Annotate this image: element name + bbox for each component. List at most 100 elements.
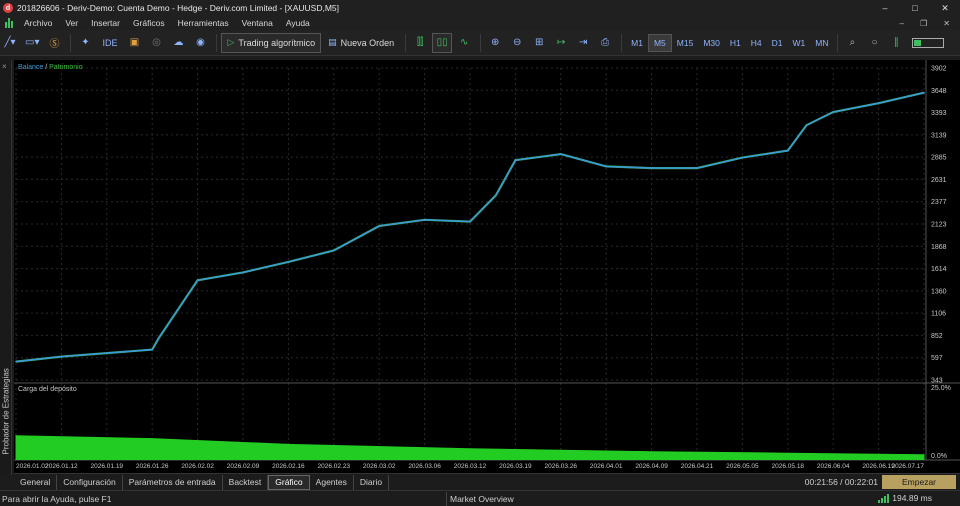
y-tick-label: 2885 bbox=[931, 155, 947, 162]
close-button[interactable]: ✕ bbox=[930, 0, 960, 16]
minimize-button[interactable]: – bbox=[870, 0, 900, 16]
y-tick-label: 3902 bbox=[931, 66, 947, 73]
x-tick-label: 2026.05.18 bbox=[772, 463, 805, 470]
ide-label: IDE bbox=[102, 37, 118, 48]
play-icon: ▷ bbox=[227, 37, 235, 47]
templates-icon[interactable]: ▭▾ bbox=[22, 33, 42, 53]
x-tick-label: 2026.02.09 bbox=[227, 463, 260, 470]
zoom-out-icon[interactable]: ⊖ bbox=[507, 33, 527, 53]
strategy-tester-side-panel: × Probador de Estrategias bbox=[0, 60, 12, 475]
balance-point bbox=[196, 279, 199, 282]
x-tick-label: 2026.03.26 bbox=[545, 463, 578, 470]
menu-bar: Archivo Ver Insertar Gráficos Herramient… bbox=[0, 16, 960, 30]
algo-trading-button[interactable]: ▷ Trading algorítmico bbox=[221, 32, 322, 53]
load-tick-label: 25.0% bbox=[931, 385, 951, 392]
dollar-icon[interactable]: Ⓢ bbox=[44, 33, 64, 53]
vps-cloud-icon[interactable]: ☁ bbox=[168, 33, 188, 53]
balance-point bbox=[60, 355, 63, 358]
menu-window[interactable]: Ventana bbox=[236, 18, 280, 28]
signal-strength-icon[interactable]: ∥ bbox=[886, 33, 906, 53]
maximize-button[interactable]: □ bbox=[900, 0, 930, 16]
menu-view[interactable]: Ver bbox=[59, 18, 85, 28]
menu-help[interactable]: Ayuda bbox=[280, 18, 317, 28]
balance-point bbox=[157, 337, 160, 339]
balance-point bbox=[877, 102, 880, 105]
close-panel-icon[interactable]: × bbox=[2, 62, 7, 71]
new-order-button[interactable]: ▤ Nueva Orden bbox=[323, 33, 399, 53]
strategy-tester-label: Probador de Estrategias bbox=[1, 368, 11, 455]
chart-type-icon[interactable]: ╱▾ bbox=[0, 33, 20, 53]
x-tick-label: 2026.01.12 bbox=[45, 463, 78, 470]
mdi-restore-button[interactable]: ❐ bbox=[920, 19, 927, 28]
deposit-load-bar bbox=[651, 451, 653, 460]
status-bar: Para abrir la Ayuda, pulse F1 Market Ove… bbox=[0, 490, 960, 506]
timeframe-w1[interactable]: W1 bbox=[788, 34, 811, 52]
window-title: 201826606 - Deriv-Demo: Cuenta Demo - He… bbox=[17, 3, 340, 13]
connection-bars-icon bbox=[878, 493, 890, 503]
y-tick-label: 1614 bbox=[931, 266, 947, 273]
chart-legend: Balance / Patrimonio bbox=[18, 64, 83, 71]
tile-windows-icon[interactable]: ⊞ bbox=[529, 33, 549, 53]
x-tick-label: 2026.02.16 bbox=[272, 463, 305, 470]
balance-point bbox=[333, 249, 335, 252]
tab-general[interactable]: General bbox=[14, 474, 58, 490]
help-hint: Para abrir la Ayuda, pulse F1 bbox=[2, 493, 112, 504]
mdi-minimize-button[interactable]: – bbox=[900, 19, 904, 28]
tab-settings[interactable]: Configuración bbox=[57, 474, 123, 490]
signals-icon[interactable]: ◎ bbox=[146, 33, 166, 53]
market-bag-icon[interactable]: ▣ bbox=[124, 33, 144, 53]
menu-insert[interactable]: Insertar bbox=[85, 18, 127, 28]
deposit-load-bar bbox=[151, 438, 153, 460]
timeframe-m15[interactable]: M15 bbox=[672, 34, 699, 52]
web-icon[interactable]: ◉ bbox=[190, 33, 210, 53]
backtest-chart[interactable]: 3902 3648 3393 3139 2885 2631 2377 2123 1868 1614… bbox=[14, 60, 960, 473]
balance-point bbox=[469, 220, 471, 223]
connection-status[interactable]: 194.89 ms bbox=[878, 493, 932, 503]
x-tick-label: 2026.06.19 bbox=[862, 463, 895, 470]
market-overview[interactable]: Market Overview bbox=[446, 491, 514, 506]
tab-journal[interactable]: Diario bbox=[354, 474, 390, 490]
timeframe-h4[interactable]: H4 bbox=[746, 34, 767, 52]
timeframe-h1[interactable]: H1 bbox=[725, 34, 746, 52]
x-tick-label: 2026.01.26 bbox=[136, 463, 169, 470]
tab-inputs[interactable]: Parámetros de entrada bbox=[123, 474, 223, 490]
tab-backtest[interactable]: Backtest bbox=[223, 474, 269, 490]
zoom-in-icon[interactable]: ⊕ bbox=[485, 33, 505, 53]
line-chart-icon[interactable]: ∿ bbox=[454, 33, 474, 53]
screenshot-icon[interactable]: ⎙ bbox=[595, 33, 615, 53]
timeframe-m1[interactable]: M1 bbox=[626, 34, 648, 52]
timeframe-d1[interactable]: D1 bbox=[767, 34, 788, 52]
load-tick-label: 0.0% bbox=[931, 453, 947, 460]
auto-scroll-icon[interactable]: ⇥ bbox=[573, 33, 593, 53]
balance-point bbox=[832, 111, 834, 113]
account-icon[interactable]: ○ bbox=[864, 33, 884, 53]
timeframe-mn[interactable]: MN bbox=[810, 34, 833, 52]
search-icon[interactable]: ⌕ bbox=[842, 33, 862, 53]
deposit-load-bar bbox=[787, 452, 789, 460]
app-logo-icon: d bbox=[3, 3, 13, 13]
y-tick-label: 343 bbox=[931, 378, 943, 385]
x-tick-label: 2026.04.01 bbox=[590, 463, 623, 470]
tab-graph[interactable]: Gráfico bbox=[268, 474, 310, 490]
new-order-label: Nueva Orden bbox=[340, 37, 395, 48]
balance-point bbox=[495, 194, 497, 197]
tester-tabs: General Configuración Parámetros de entr… bbox=[14, 473, 960, 490]
timeframe-m5[interactable]: M5 bbox=[647, 33, 672, 52]
y-tick-label: 2123 bbox=[931, 221, 947, 228]
tab-agents[interactable]: Agentes bbox=[310, 474, 354, 490]
y-tick-label: 1360 bbox=[931, 288, 947, 295]
deposit-load-bar bbox=[15, 435, 17, 460]
menu-file[interactable]: Archivo bbox=[18, 18, 59, 28]
timeframe-m30[interactable]: M30 bbox=[698, 34, 725, 52]
bar-chart-icon[interactable]: ⫿⫿ bbox=[410, 33, 430, 53]
ide-button[interactable]: IDE bbox=[97, 33, 122, 53]
mdi-close-button[interactable]: ✕ bbox=[943, 19, 950, 28]
menu-tools[interactable]: Herramientas bbox=[172, 18, 236, 28]
balance-point bbox=[741, 156, 744, 159]
candlestick-icon[interactable]: ▯▯ bbox=[432, 32, 453, 53]
menu-charts[interactable]: Gráficos bbox=[127, 18, 172, 28]
start-button[interactable]: Empezar bbox=[882, 475, 956, 489]
metaeditor-icon[interactable]: ✦ bbox=[75, 33, 95, 53]
x-tick-label: 2026.01.19 bbox=[91, 463, 124, 470]
chart-shift-icon[interactable]: ↦ bbox=[551, 33, 571, 53]
